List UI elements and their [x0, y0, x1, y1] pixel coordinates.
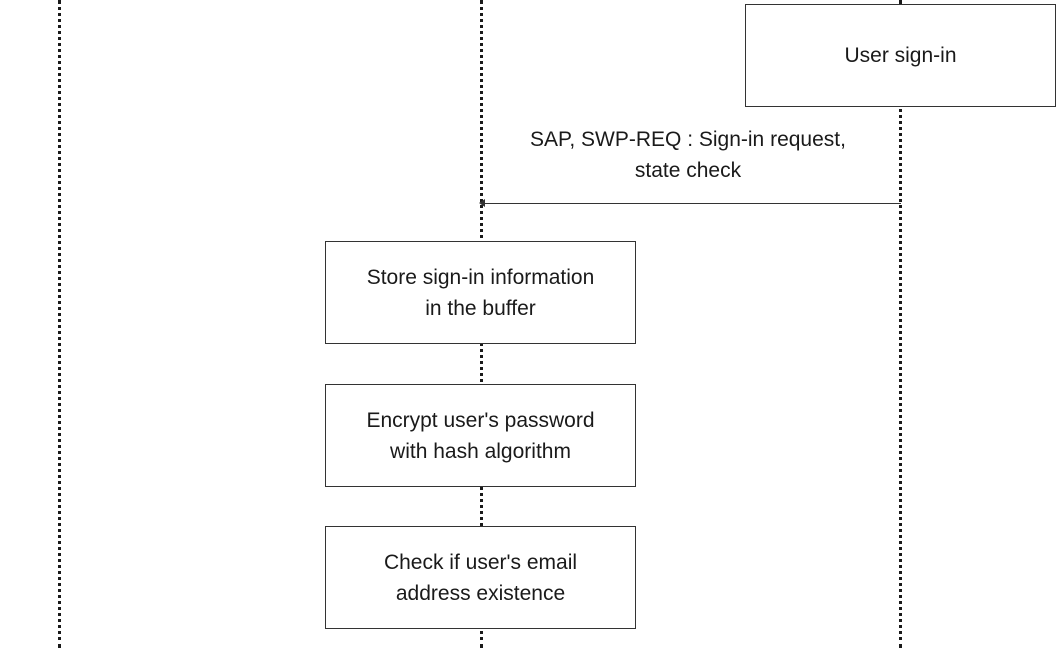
message-label-line-2: state check: [634, 159, 742, 182]
message-arrow-line: [483, 203, 901, 204]
step-3-line-1: Check if user's email: [383, 550, 578, 574]
step-3-line-2: address existence: [395, 581, 566, 605]
user-sign-in-label: User sign-in: [844, 44, 957, 67]
step-1-line-1: Store sign-in information: [366, 265, 595, 289]
step-encrypt-password: Encrypt user's password with hash algori…: [325, 384, 636, 487]
step-store-sign-in-info: Store sign-in information in the buffer: [325, 241, 636, 344]
message-label-line-1: SAP, SWP-REQ : Sign-in request,: [530, 128, 846, 151]
message-arrow-head: [479, 199, 485, 207]
step-1-line-2: in the buffer: [425, 296, 536, 320]
lifeline-left: [58, 0, 61, 648]
step-2-line-2: with hash algorithm: [390, 439, 571, 463]
message-label: SAP, SWP-REQ : Sign-in request, state ch…: [490, 124, 886, 186]
step-2-line-1: Encrypt user's password: [366, 408, 595, 432]
step-check-email: Check if user's email address existence: [325, 526, 636, 629]
user-sign-in-box: User sign-in: [745, 4, 1056, 107]
